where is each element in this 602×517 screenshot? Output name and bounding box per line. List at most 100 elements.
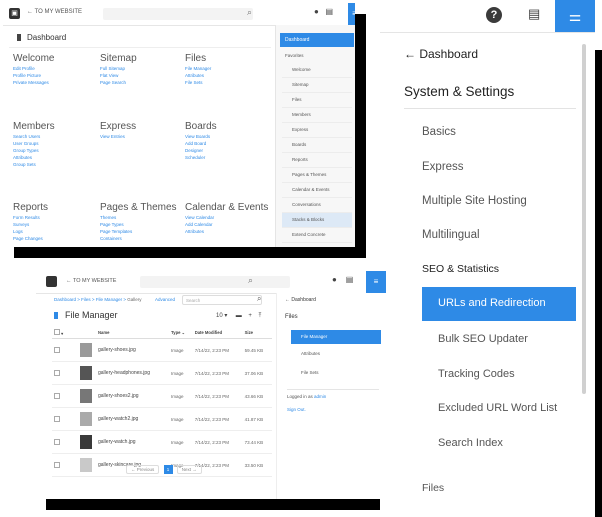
search-icon[interactable]: ⌕ [257, 294, 261, 304]
checkbox[interactable] [54, 369, 60, 376]
group-link[interactable]: Search Users [13, 133, 40, 140]
logo-icon[interactable]: ▣ [9, 8, 20, 19]
table-row[interactable]: gallery-watch2.jpg Image 7/14/22, 2:23 PM 4… [52, 407, 272, 431]
group-link[interactable]: Scheduler [185, 154, 210, 161]
per-page-select[interactable]: 10 ▾ [216, 313, 227, 319]
nav-item-excluded-url-words[interactable]: Excluded URL Word List [438, 402, 557, 414]
sidebar-favorites[interactable]: Favorites [285, 53, 304, 58]
nav-item-urls-redirection[interactable]: URLs and Redirection [422, 287, 576, 321]
document-icon[interactable]: ▤ [346, 275, 354, 284]
checkbox[interactable] [54, 392, 60, 399]
group-link[interactable]: Surveys [13, 221, 43, 228]
column-type[interactable]: Type ⌄ [169, 326, 193, 339]
document-icon[interactable]: ▤ [326, 7, 334, 16]
sidebar-item[interactable]: Reports [282, 153, 352, 168]
group-link[interactable]: Flat View [100, 72, 126, 79]
group-link[interactable]: Full Sitemap [100, 65, 126, 72]
search-input[interactable] [140, 276, 290, 288]
question-icon[interactable]: ? [486, 7, 502, 23]
sidebar-item[interactable]: Conversations [282, 198, 352, 213]
sidebar-item[interactable]: Sitemap [282, 78, 352, 93]
sidebar-item[interactable]: Boards [282, 138, 352, 153]
nav-item-multilingual[interactable]: Multilingual [422, 229, 480, 241]
back-to-dashboard-link[interactable]: ← Dashboard [404, 47, 478, 61]
group-link[interactable]: Attributes [13, 154, 40, 161]
question-icon[interactable]: ● [314, 7, 319, 16]
group-link[interactable]: Attributes [185, 228, 214, 235]
sidebar-item[interactable]: Express [282, 123, 352, 138]
group-link[interactable]: Page Types [100, 221, 132, 228]
column-date[interactable]: Date Modified [192, 326, 243, 339]
sidebar-item[interactable]: Welcome [282, 63, 352, 78]
sliders-icon[interactable]: ≡ [348, 3, 355, 25]
sidebar-item[interactable]: Stacks & Blocks [282, 213, 352, 228]
prev-page-button[interactable]: ← Previous [126, 465, 160, 474]
group-link[interactable]: File Sets [185, 79, 211, 86]
nav-item-bulk-seo-updater[interactable]: Bulk SEO Updater [438, 333, 528, 345]
group-link[interactable]: Private Messages [13, 79, 49, 86]
sidebar-item-file-sets[interactable]: File Sets [301, 370, 319, 375]
advanced-search-link[interactable]: Advanced [155, 297, 175, 302]
row-checkbox[interactable] [52, 384, 78, 408]
scrollbar[interactable] [582, 44, 586, 394]
table-row[interactable]: gallery-watch.jpg Image 7/14/22, 2:23 PM 73… [52, 430, 272, 454]
checkbox[interactable] [54, 328, 60, 335]
checkbox[interactable] [54, 346, 60, 353]
nav-item-files[interactable]: Files [422, 482, 444, 494]
sign-out-link[interactable]: Sign Out. [287, 407, 306, 412]
nav-item-basics[interactable]: Basics [422, 126, 456, 138]
back-to-website-link[interactable]: ← TO MY WEBSITE [27, 9, 82, 15]
group-link[interactable]: Add Calendar [185, 221, 214, 228]
nav-item-tracking-codes[interactable]: Tracking Codes [438, 368, 515, 380]
group-link[interactable]: Form Results [13, 214, 43, 221]
logo-icon[interactable] [46, 276, 57, 287]
checkbox[interactable] [54, 415, 60, 422]
checkbox[interactable] [54, 461, 60, 468]
column-size[interactable]: Size [242, 326, 272, 339]
row-checkbox[interactable] [52, 361, 78, 385]
group-link[interactable]: Designer [185, 147, 210, 154]
group-link[interactable]: Logs [13, 228, 43, 235]
table-row[interactable]: gallery-shoes2.jpg Image 7/14/22, 2:23 PM 4… [52, 384, 272, 408]
breadcrumb-file-manager[interactable]: File Manager [96, 297, 122, 302]
question-icon[interactable]: ● [332, 275, 337, 284]
sidebar-item[interactable]: Calendar & Events [282, 183, 352, 198]
group-link[interactable]: Profile Picture [13, 72, 49, 79]
group-link[interactable]: Edit Profile [13, 65, 49, 72]
column-name[interactable]: Name [96, 326, 170, 339]
user-link[interactable]: admin [314, 394, 326, 399]
group-link[interactable]: View Entries [100, 133, 125, 140]
nav-item-search-index[interactable]: Search Index [438, 437, 503, 449]
search-input[interactable] [103, 8, 253, 20]
group-link[interactable]: User Groups [13, 140, 40, 147]
sliders-icon[interactable]: ⚌ [555, 0, 595, 32]
group-link[interactable]: View Boards [185, 133, 210, 140]
row-checkbox[interactable] [52, 430, 78, 454]
checkbox[interactable] [54, 438, 60, 445]
breadcrumb-dashboard[interactable]: Dashboard [54, 297, 76, 302]
table-row[interactable]: gallery-headphones.jpg Image 7/14/22, 2:23… [52, 361, 272, 385]
sidebar-item-attributes[interactable]: Attributes [301, 351, 320, 356]
breadcrumb-files[interactable]: Files [81, 297, 91, 302]
back-to-dashboard-link[interactable]: ← Dashboard [285, 297, 316, 303]
row-checkbox[interactable] [52, 453, 78, 477]
current-page[interactable]: 1 [163, 465, 173, 474]
document-icon[interactable]: ▤ [528, 6, 540, 22]
search-icon[interactable]: ⌕ [248, 275, 253, 286]
nav-item-seo-statistics[interactable]: SEO & Statistics [422, 263, 499, 275]
sidebar-item[interactable]: Extend Concrete [282, 228, 352, 243]
group-link[interactable]: Group Types [13, 147, 40, 154]
sidebar-item[interactable]: System & Settings [282, 243, 352, 247]
sidebar-item[interactable]: Members [282, 108, 352, 123]
group-link[interactable]: Containers [100, 235, 132, 242]
upload-icon[interactable]: ⤒ [259, 313, 262, 319]
group-link[interactable]: File Manager [185, 65, 211, 72]
plus-icon[interactable]: + [248, 313, 252, 319]
select-all-checkbox[interactable]: ▾ [52, 326, 78, 339]
group-link[interactable]: Group Sets [13, 161, 40, 168]
group-link[interactable]: Add Board [185, 140, 210, 147]
file-search-input[interactable]: Search [182, 295, 262, 305]
nav-item-express[interactable]: Express [422, 161, 464, 173]
sidebar-item[interactable]: Files [282, 93, 352, 108]
next-page-button[interactable]: Next → [176, 465, 202, 474]
